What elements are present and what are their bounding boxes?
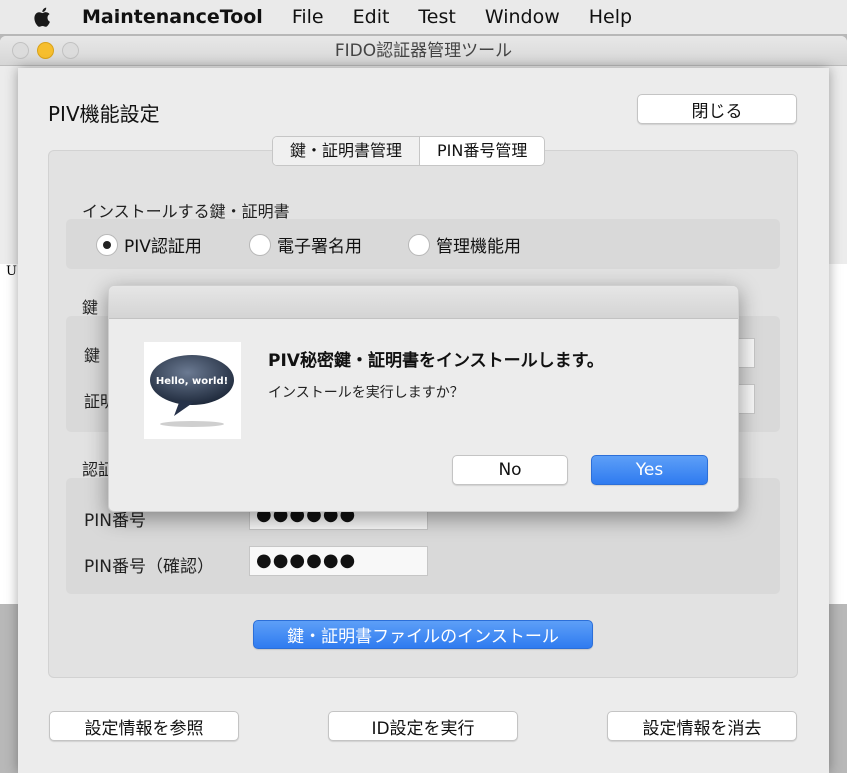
key-section-label: 鍵 <box>82 298 99 317</box>
menu-app-name[interactable]: MaintenanceTool <box>82 6 263 28</box>
background-window-title: FIDO認証器管理ツール <box>334 41 513 61</box>
background-content-left: U <box>0 264 18 604</box>
menu-bar: MaintenanceTool File Edit Test Window He… <box>0 0 847 34</box>
menu-test[interactable]: Test <box>418 6 455 28</box>
install-confirmation-dialog: Hello, world! PIV秘密鍵・証明書をインストールします。 インスト… <box>108 285 739 512</box>
close-window-button[interactable] <box>12 42 29 59</box>
radio-selected-icon <box>96 233 118 256</box>
radio-piv-auth[interactable]: PIV認証用 <box>96 232 202 257</box>
dialog-titlebar <box>109 286 738 319</box>
radio-digital-signature[interactable]: 電子署名用 <box>249 232 362 257</box>
yes-button[interactable]: Yes <box>591 455 708 485</box>
erase-settings-button[interactable]: 設定情報を消去 <box>607 711 797 741</box>
tab-bar: 鍵・証明書管理 PIN番号管理 <box>272 136 546 166</box>
tab-pin-management[interactable]: PIN番号管理 <box>420 137 544 165</box>
zoom-window-button[interactable] <box>62 42 79 59</box>
key-file-label: 鍵 <box>84 346 101 365</box>
install-cert-file-button[interactable]: 鍵・証明書ファイルのインストール <box>253 620 593 649</box>
background-window-titlebar: FIDO認証器管理ツール <box>0 36 847 66</box>
apple-icon[interactable] <box>32 5 54 29</box>
speech-bubble-icon: Hello, world! <box>150 355 234 427</box>
radio-management-label: 管理機能用 <box>436 237 521 257</box>
background-edge-text: U <box>6 264 17 279</box>
menu-file[interactable]: File <box>292 6 324 28</box>
minimize-window-button[interactable] <box>37 42 54 59</box>
radio-piv-auth-label: PIV認証用 <box>124 237 202 257</box>
traffic-lights <box>12 42 79 59</box>
radio-digital-signature-label: 電子署名用 <box>277 237 362 257</box>
background-content-right <box>828 264 847 604</box>
page-title: PIV機能設定 <box>48 102 160 126</box>
icon-caption: Hello, world! <box>156 376 228 387</box>
dialog-app-icon: Hello, world! <box>144 342 241 439</box>
radio-management[interactable]: 管理機能用 <box>408 232 521 257</box>
close-button[interactable]: 閉じる <box>637 94 797 124</box>
view-settings-button[interactable]: 設定情報を参照 <box>49 711 239 741</box>
tab-key-cert-management[interactable]: 鍵・証明書管理 <box>273 137 421 165</box>
no-button[interactable]: No <box>452 455 568 485</box>
pin-confirm-label: PIN番号（確認） <box>84 557 214 577</box>
run-id-settings-button[interactable]: ID設定を実行 <box>328 711 518 741</box>
dialog-message: PIV秘密鍵・証明書をインストールします。 <box>268 351 604 371</box>
radio-unselected-icon <box>408 233 430 256</box>
menu-window[interactable]: Window <box>485 6 560 28</box>
pin-confirm-input[interactable]: ●●●●●● <box>249 546 428 576</box>
dialog-informative-text: インストールを実行しますか？ <box>268 385 464 401</box>
menu-edit[interactable]: Edit <box>353 6 390 28</box>
menu-help[interactable]: Help <box>589 6 632 28</box>
radio-unselected-icon <box>249 233 271 256</box>
